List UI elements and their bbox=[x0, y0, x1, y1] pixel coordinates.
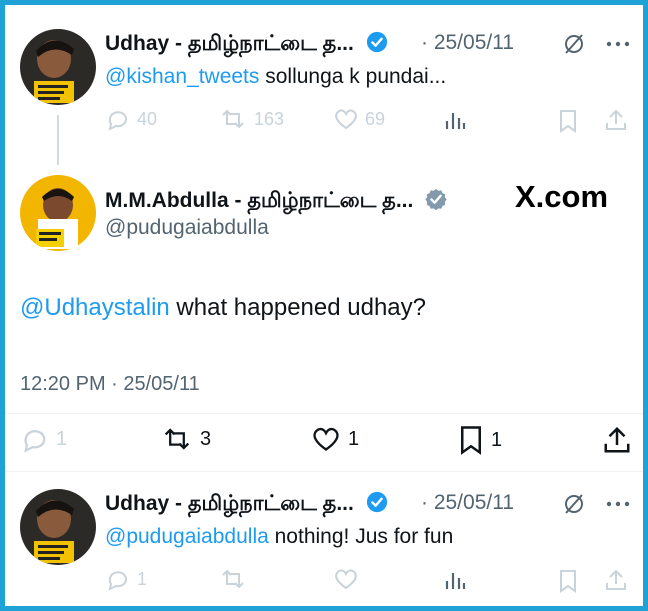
divider bbox=[5, 471, 643, 472]
thread-connector-line bbox=[57, 115, 59, 165]
tweet2-text: @Udhaystalin what happened udhay? bbox=[20, 294, 426, 321]
heart-icon bbox=[335, 109, 357, 130]
tweet1-text: @kishan_tweets sollunga k pundai... bbox=[105, 65, 447, 88]
tweet2-timestamp[interactable]: 12:20 PM · 25/05/11 bbox=[20, 373, 200, 396]
tweet1-date[interactable]: · 25/05/11 bbox=[421, 31, 514, 55]
tweet3-date[interactable]: · 25/05/11 bbox=[421, 491, 514, 515]
tweet-thread-card: Udhay - தமிழ்நாட்டை த... · 25/05/11 @kis… bbox=[5, 5, 643, 606]
views-icon[interactable] bbox=[443, 109, 467, 133]
share-icon[interactable] bbox=[602, 425, 632, 455]
tweet1-author-name[interactable]: Udhay - தமிழ்நாட்டை த... bbox=[105, 31, 388, 58]
bookmark-icon[interactable] bbox=[557, 569, 579, 593]
retweet-icon bbox=[222, 569, 244, 589]
tweet3-author-name[interactable]: Udhay - தமிழ்நாட்டை த... bbox=[105, 491, 388, 518]
avatar-udhay[interactable] bbox=[20, 29, 96, 105]
tweet2-bookmark-button[interactable]: 1 bbox=[457, 425, 502, 455]
tweet3-retweet-button[interactable] bbox=[218, 567, 248, 591]
avatar-abdulla[interactable] bbox=[20, 175, 96, 251]
views-icon[interactable] bbox=[443, 569, 467, 593]
share-icon[interactable] bbox=[604, 568, 628, 592]
tweet1-reply-button[interactable]: 40 bbox=[105, 107, 157, 131]
verified-badge-icon bbox=[366, 31, 387, 53]
tweet3-reply-button[interactable]: 1 bbox=[105, 567, 147, 591]
tweet1-like-button[interactable]: 69 bbox=[333, 107, 385, 131]
tweet2-reply-button[interactable]: 1 bbox=[20, 425, 67, 453]
tweet2-retweet-button[interactable]: 3 bbox=[160, 425, 211, 453]
more-options-icon[interactable] bbox=[606, 41, 630, 47]
tweet3-mention-link[interactable]: @pudugaiabdulla bbox=[105, 525, 269, 548]
reply-icon bbox=[108, 571, 127, 591]
tweet3-like-button[interactable] bbox=[333, 567, 359, 591]
retweet-icon bbox=[164, 428, 190, 450]
divider bbox=[5, 413, 643, 414]
bookmark-icon[interactable] bbox=[557, 109, 579, 133]
tweet2-handle[interactable]: @pudugaiabdulla bbox=[105, 216, 269, 240]
share-icon[interactable] bbox=[604, 108, 628, 132]
bookmark-icon bbox=[461, 426, 481, 455]
reply-icon bbox=[108, 111, 127, 131]
tweet1-mention-link[interactable]: @kishan_tweets bbox=[105, 65, 259, 88]
heart-icon bbox=[313, 427, 339, 451]
heart-icon bbox=[335, 569, 357, 590]
reply-icon bbox=[24, 430, 46, 453]
tweet2-mention-link[interactable]: @Udhaystalin bbox=[20, 294, 170, 321]
avatar-udhay[interactable] bbox=[20, 489, 96, 565]
verified-badge-icon bbox=[425, 188, 447, 210]
grok-slash-icon[interactable] bbox=[562, 32, 586, 56]
more-options-icon[interactable] bbox=[606, 501, 630, 507]
grok-slash-icon[interactable] bbox=[562, 492, 586, 516]
tweet3-text: @pudugaiabdulla nothing! Jus for fun bbox=[105, 525, 454, 548]
verified-badge-icon bbox=[366, 491, 387, 513]
tweet1-retweet-button[interactable]: 163 bbox=[218, 107, 284, 131]
retweet-icon bbox=[222, 109, 244, 129]
tweet2-like-button[interactable]: 1 bbox=[310, 425, 359, 453]
tweet2-author-name[interactable]: M.M.Abdulla - தமிழ்நாட்டை த... bbox=[105, 188, 447, 215]
x-com-watermark: X.com bbox=[515, 179, 609, 214]
